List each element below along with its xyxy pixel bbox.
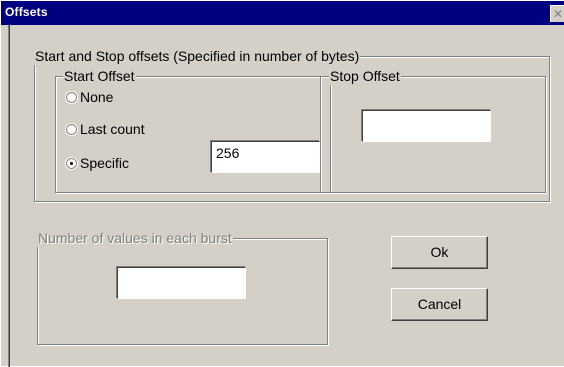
burst-groupbox: Number of values in each burst: [37, 229, 328, 345]
stop-offset-legend: Stop Offset: [329, 67, 401, 85]
offsets-dialog: Offsets ✕ Start and Stop offsets (Specif…: [0, 0, 564, 367]
burst-values-input[interactable]: [117, 267, 246, 299]
start-offset-groupbox: Start Offset None Last count Specific 25…: [55, 67, 331, 193]
radio-none-label: None: [80, 89, 114, 105]
radio-none-indicator[interactable]: [66, 91, 77, 103]
start-offset-legend: Start Offset: [63, 67, 136, 85]
window-inner-border-dark: [9, 25, 10, 367]
radio-specific[interactable]: Specific: [66, 155, 129, 171]
stop-offset-groupbox: Stop Offset: [320, 67, 546, 193]
radio-none[interactable]: None: [66, 89, 113, 105]
ok-button-label: Ok: [430, 244, 449, 260]
title-bar[interactable]: Offsets ✕: [1, 1, 564, 25]
radio-last-count-indicator[interactable]: [66, 123, 77, 135]
offsets-group-legend: Start and Stop offsets (Specified in num…: [34, 47, 361, 65]
close-icon[interactable]: ✕: [550, 5, 564, 22]
cancel-button[interactable]: Cancel: [391, 288, 488, 321]
offsets-groupbox: Start and Stop offsets (Specified in num…: [34, 47, 550, 202]
cancel-button-label: Cancel: [417, 296, 462, 312]
radio-last-count[interactable]: Last count: [66, 121, 145, 137]
specific-offset-input[interactable]: 256: [211, 141, 320, 173]
stop-offset-input[interactable]: [362, 110, 491, 142]
radio-specific-label: Specific: [80, 155, 130, 171]
window-title: Offsets: [5, 5, 48, 19]
radio-specific-indicator[interactable]: [66, 157, 77, 169]
radio-last-count-label: Last count: [80, 121, 145, 137]
burst-group-legend: Number of values in each burst: [37, 229, 233, 247]
ok-button[interactable]: Ok: [391, 236, 488, 269]
